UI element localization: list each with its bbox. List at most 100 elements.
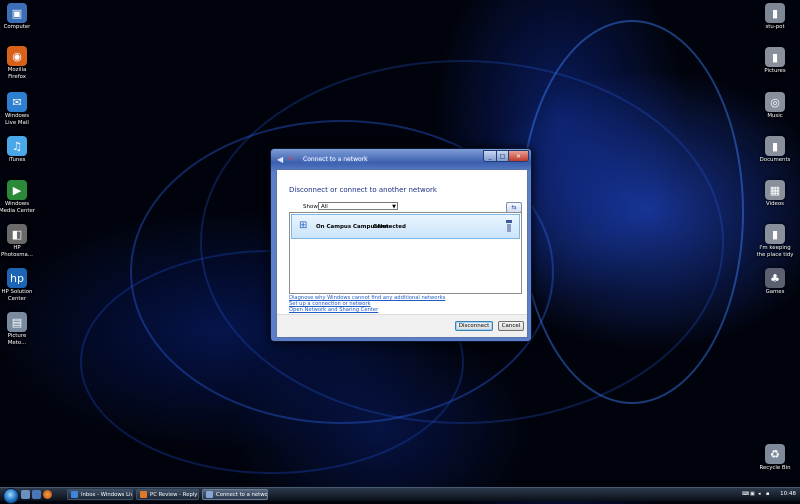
computer-icon: ▣ [7, 3, 27, 23]
network-computer-icon: ⊞ [299, 220, 308, 231]
network-list[interactable]: ⊞ On Campus CampusNet Connected [289, 212, 522, 294]
itunes-icon: ♫ [7, 136, 27, 156]
desktop-icon-label-line: stu-pot [765, 24, 785, 30]
desktop-icon-games[interactable]: ♣ Games [750, 268, 800, 296]
desktop-icon-keeping-the-place-tidy[interactable]: ▮ I'm keeping the place tidy [750, 224, 800, 258]
taskbar: Inbox - Windows Liv... PC Review - Reply … [0, 487, 800, 504]
taskbar-button[interactable]: Inbox - Windows Liv... [67, 489, 133, 500]
desktop-icon-music[interactable]: ◎ Music [750, 92, 800, 120]
hp-solution-center-icon: hp [7, 268, 27, 288]
desktop-icon-label-line: Computer [3, 24, 31, 30]
desktop-icon-computer[interactable]: ▣ Computer [0, 3, 42, 31]
windows-media-center-icon: ▶ [7, 180, 27, 200]
language-icon[interactable]: ⌨ [742, 491, 749, 497]
start-button[interactable] [3, 488, 19, 504]
disconnect-button[interactable]: Disconnect [455, 321, 493, 331]
desktop-icon-label: HP Photosma... [0, 245, 42, 258]
desktop-icon-label-line: Games [765, 289, 785, 295]
desktop-icon-label: iTunes [0, 157, 42, 164]
network-tray-icon[interactable]: ▣ [750, 491, 756, 497]
clock[interactable]: 10:48 [780, 491, 796, 497]
wallpaper-swirl [520, 20, 744, 404]
show-filter-select[interactable]: All ▼ [318, 202, 398, 210]
desktop-icon-label: I'm keeping the place tidy [750, 245, 800, 258]
desktop-icon-label-line: iTunes [8, 157, 26, 163]
taskbar-app-icon [140, 491, 147, 498]
taskbar-app-icon [206, 491, 213, 498]
taskbar-button[interactable]: Connect to a network [202, 489, 268, 500]
desktop-icon-hp-solution-center[interactable]: hp HP Solution Center [0, 268, 42, 302]
cancel-button[interactable]: Cancel [498, 321, 524, 331]
desktop-icon-label-line: Meto... [7, 339, 27, 346]
dialog-footer: Disconnect Cancel [277, 314, 527, 337]
desktop-icon-hp-photosmart[interactable]: ◧ HP Photosma... [0, 224, 42, 258]
desktop-icon-label-line: Pictures [764, 68, 786, 74]
desktop-icon-windows-live-mail[interactable]: ✉ Windows Live Mail [0, 92, 42, 126]
desktop-icon-label: HP Solution Center [0, 289, 42, 302]
videos-icon: ▦ [765, 180, 785, 200]
taskbar-button-label: PC Review - Reply t... [150, 491, 198, 498]
desktop-icon-label: Music [750, 113, 800, 120]
show-label: Show [303, 204, 318, 210]
firefox-quicklaunch-icon[interactable] [43, 490, 52, 499]
desktop-icon-documents[interactable]: ▮ Documents [750, 136, 800, 164]
documents-icon: ▮ [765, 136, 785, 156]
connect-to-network-dialog: ◀ ✕ Connect to a network _ □ ✕ Disconnec… [270, 148, 532, 342]
desktop-icon-stu-pot[interactable]: ▮ stu-pot [750, 3, 800, 31]
desktop-icon-label-line: Media Center [0, 207, 36, 214]
pictures-icon: ▮ [765, 47, 785, 67]
desktop-icon-label-line: the place tidy [756, 251, 794, 258]
desktop-icon-label: stu-pot [750, 24, 800, 31]
taskbar-button-label: Inbox - Windows Liv... [81, 491, 133, 498]
stu-pot-icon: ▮ [765, 3, 785, 23]
desktop-icon-label: Picture Meto... [0, 333, 42, 346]
taskbar-button[interactable]: PC Review - Reply t... [136, 489, 199, 500]
desktop-icon-picture-metro[interactable]: ▤ Picture Meto... [0, 312, 42, 346]
desktop-icon-label: Recycle Bin [750, 465, 800, 472]
dialog-titlebar[interactable]: ◀ ✕ Connect to a network _ □ ✕ [271, 149, 531, 169]
dialog-title: Connect to a network [303, 156, 368, 163]
minimize-button[interactable]: _ [483, 150, 497, 162]
picture-metro-icon: ▤ [7, 312, 27, 332]
desktop-icon-itunes[interactable]: ♫ iTunes [0, 136, 42, 164]
power-icon[interactable]: ▪ [766, 491, 772, 497]
mozilla-firefox-icon: ◉ [7, 46, 27, 66]
back-arrow-icon[interactable]: ◀ [277, 155, 283, 164]
network-status: Connected [373, 224, 406, 230]
wired-signal-icon [506, 220, 512, 232]
switch-windows-icon[interactable] [32, 490, 41, 499]
desktop-icon-label-line: Videos [766, 201, 784, 207]
dialog-heading: Disconnect or connect to another network [289, 186, 437, 194]
taskbar-button-label: Connect to a network [216, 491, 268, 498]
network-sharing-center-link[interactable]: Open Network and Sharing Center [289, 307, 378, 313]
desktop-icon-label-line: Live Mail [5, 119, 29, 126]
desktop-icon-label: Pictures [750, 68, 800, 75]
desktop-icon-label-line: Recycle Bin [759, 465, 791, 471]
show-filter-value: All [321, 204, 328, 210]
chevron-down-icon: ▼ [392, 204, 396, 210]
refresh-icon: ⇆ [511, 204, 517, 211]
desktop-icon-label-line: Center [7, 295, 27, 302]
hp-photosmart-icon: ◧ [7, 224, 27, 244]
show-desktop-icon[interactable] [21, 490, 30, 499]
desktop-icon-label: Games [750, 289, 800, 296]
system-tray: ⌨ ▣ ◂ ▪ 10:48 [740, 489, 800, 500]
desktop-icon-videos[interactable]: ▦ Videos [750, 180, 800, 208]
desktop-icon-label: Windows Media Center [0, 201, 42, 214]
network-item-on-campus[interactable]: ⊞ On Campus CampusNet Connected [291, 214, 520, 239]
desktop-icon-windows-media-center[interactable]: ▶ Windows Media Center [0, 180, 42, 214]
volume-icon[interactable]: ◂ [758, 491, 764, 497]
desktop-icon-label: Computer [0, 24, 42, 31]
desktop-icon-pictures[interactable]: ▮ Pictures [750, 47, 800, 75]
desktop-icon-label-line: Music [767, 113, 783, 119]
dialog-client-area: Disconnect or connect to another network… [276, 169, 528, 338]
keeping-the-place-tidy-icon: ▮ [765, 224, 785, 244]
taskbar-app-icon [71, 491, 78, 498]
desktop-icon-label-line: Documents [759, 157, 791, 163]
desktop-icon-recycle-bin[interactable]: ♻ Recycle Bin [750, 444, 800, 472]
games-icon: ♣ [765, 268, 785, 288]
desktop-icon-label-line: Firefox [8, 73, 26, 80]
desktop-icon-label: Windows Live Mail [0, 113, 42, 126]
close-button[interactable]: ✕ [508, 150, 529, 162]
desktop-icon-mozilla-firefox[interactable]: ◉ Mozilla Firefox [0, 46, 42, 80]
